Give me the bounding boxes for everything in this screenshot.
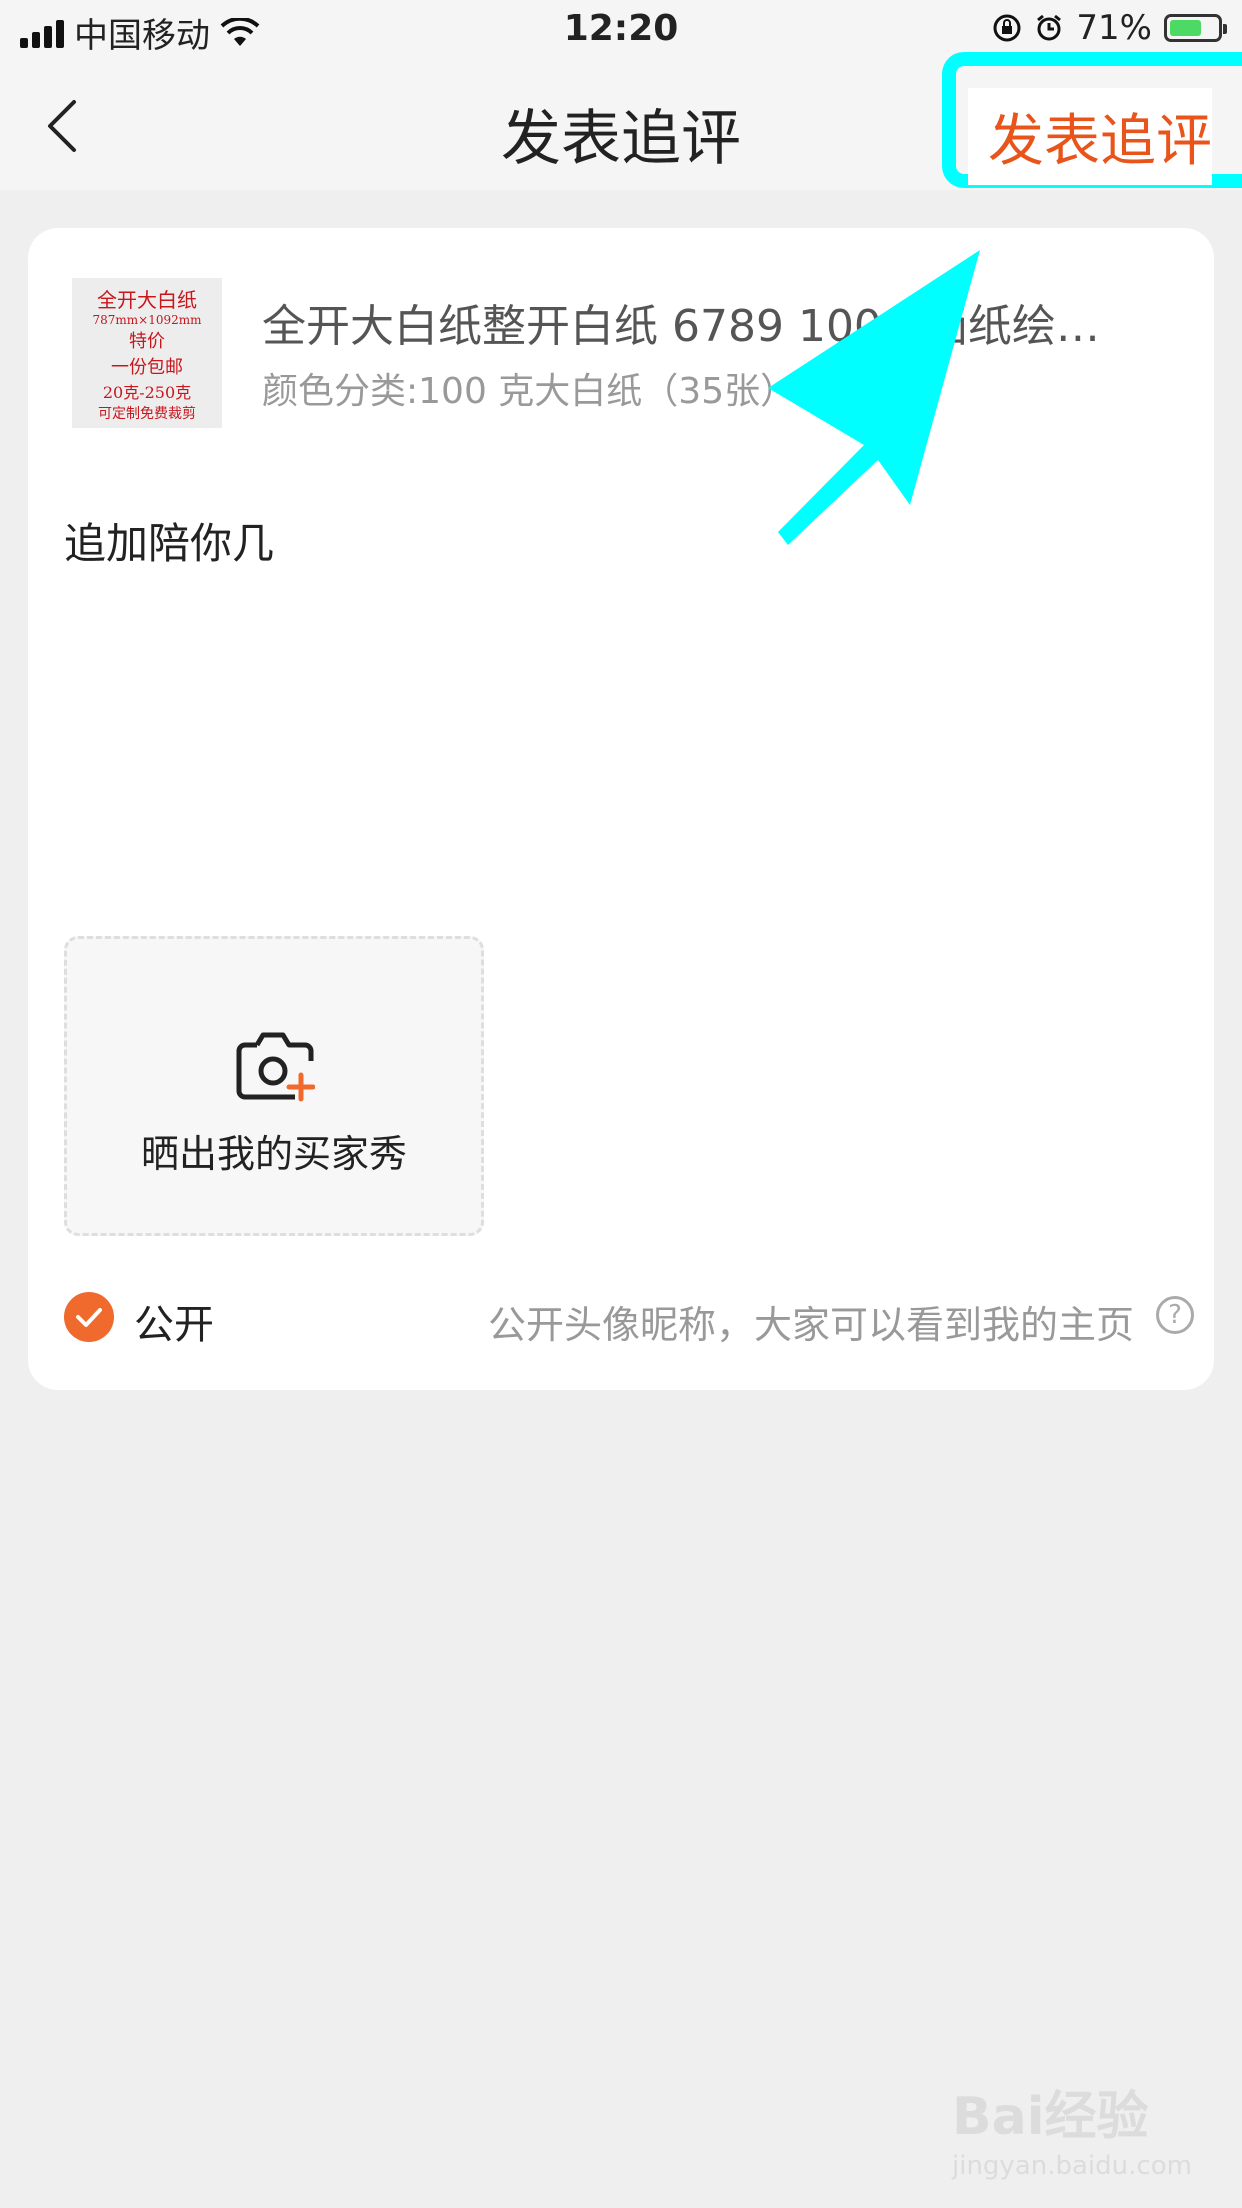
- public-option-row: 公开 公开头像昵称，大家可以看到我的主页 ?: [64, 1288, 1194, 1348]
- alarm-icon: [1037, 14, 1062, 41]
- check-icon: [76, 1308, 102, 1327]
- thumb-line-5: 20克-250克: [102, 383, 192, 402]
- thumb-line-6: 可定制免费裁剪: [98, 406, 196, 422]
- product-title: 全开大白纸整开白纸 6789 100g 画纸绘…: [262, 301, 1100, 352]
- watermark-url: jingyan.baidu.com: [952, 2151, 1192, 2181]
- camera-add-icon: [236, 1032, 315, 1102]
- thumb-line-2: 787mm×1092mm: [92, 313, 202, 327]
- watermark-brand: Bai经验: [952, 2087, 1149, 2147]
- battery-percent: 71%: [1076, 8, 1152, 48]
- publish-button[interactable]: 发表追评: [968, 88, 1212, 185]
- upload-label: 晒出我的买家秀: [140, 1132, 407, 1176]
- question-circle-icon[interactable]: ?: [1156, 1296, 1194, 1334]
- thumb-line-4: 一份包邮: [111, 357, 183, 378]
- thumb-line-1: 全开大白纸: [97, 288, 197, 312]
- public-hint: 公开头像昵称，大家可以看到我的主页: [487, 1303, 1134, 1347]
- pointer-arrow-annotation: [768, 250, 980, 545]
- upload-photo-button[interactable]: 晒出我的买家秀: [64, 936, 484, 1236]
- review-card: 全开大白纸 787mm×1092mm 特价 一份包邮 20克-250克 可定制免…: [28, 228, 1214, 1390]
- status-right: 71%: [992, 8, 1227, 48]
- battery-icon: [1164, 14, 1227, 42]
- product-sku: 颜色分类:100 克大白纸（35张）: [262, 371, 797, 412]
- watermark: Bai经验 jingyan.baidu.com: [952, 2074, 1192, 2181]
- thumb-line-3: 特价: [129, 331, 165, 352]
- public-checkbox[interactable]: [64, 1292, 114, 1342]
- orientation-lock-icon: [993, 14, 1021, 42]
- product-thumbnail: 全开大白纸 787mm×1092mm 特价 一份包邮 20克-250克 可定制免…: [72, 278, 222, 428]
- comment-input[interactable]: 追加陪你几: [64, 510, 274, 571]
- public-label: 公开: [134, 1302, 214, 1348]
